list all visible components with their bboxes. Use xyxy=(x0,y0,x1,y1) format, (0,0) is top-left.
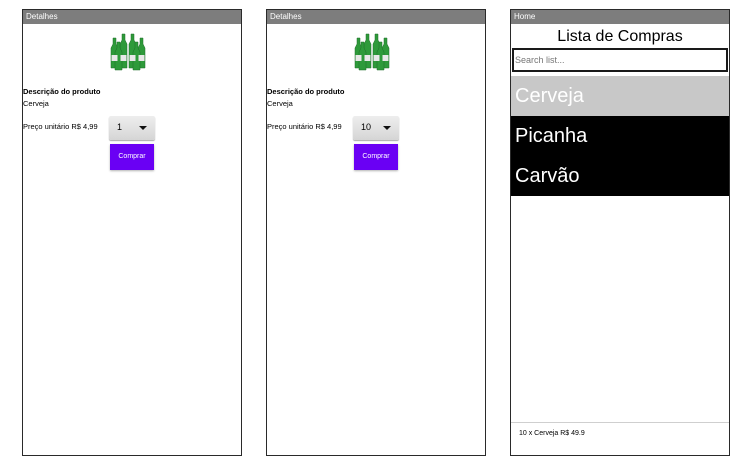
unit-price-label: Preço unitário R$ 4,99 xyxy=(267,122,342,131)
list-item[interactable]: Carvão xyxy=(511,156,729,196)
page-title: Lista de Compras xyxy=(557,28,683,45)
titlebar: Detalhes xyxy=(23,10,241,24)
description-label: Descrição do produto xyxy=(267,87,345,96)
buy-button[interactable]: Comprar xyxy=(110,144,154,170)
quantity-spinner[interactable]: 10 xyxy=(353,116,399,140)
footer-divider xyxy=(511,422,729,423)
caret-down-icon xyxy=(383,126,391,130)
cart-summary: 10 x Cerveja R$ 49.9 xyxy=(519,430,585,437)
details-screen-1: Detalhes Descrição do produto Cerveja Pr… xyxy=(22,9,242,456)
product-name: Cerveja xyxy=(23,99,49,108)
search-input[interactable] xyxy=(512,48,728,72)
list-item[interactable]: Cerveja xyxy=(511,76,729,116)
quantity-spinner[interactable]: 1 xyxy=(109,116,155,140)
shopping-list: Cerveja Picanha Carvão xyxy=(511,76,729,196)
beer-bottles-icon xyxy=(110,33,146,71)
description-label: Descrição do produto xyxy=(23,87,101,96)
quantity-value: 10 xyxy=(361,122,372,132)
unit-price-label: Preço unitário R$ 4,99 xyxy=(23,122,98,131)
beer-bottles-icon xyxy=(354,33,390,71)
quantity-value: 1 xyxy=(117,122,123,132)
titlebar: Detalhes xyxy=(267,10,485,24)
details-screen-2: Detalhes Descrição do produto Cerveja Pr… xyxy=(266,9,486,456)
home-screen: Home Lista de Compras Cerveja Picanha Ca… xyxy=(510,9,730,456)
list-item[interactable]: Picanha xyxy=(511,116,729,156)
caret-down-icon xyxy=(139,126,147,130)
buy-button[interactable]: Comprar xyxy=(354,144,398,170)
titlebar: Home xyxy=(511,10,729,24)
product-name: Cerveja xyxy=(267,99,293,108)
